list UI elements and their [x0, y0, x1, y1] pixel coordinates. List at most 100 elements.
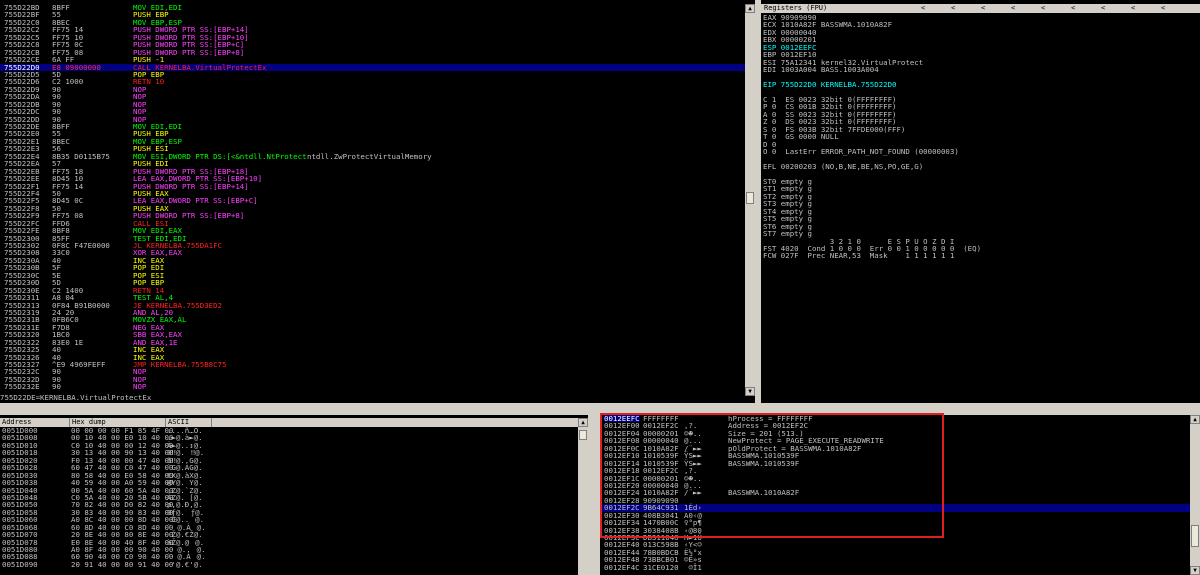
horizontal-splitter[interactable]: [0, 403, 1200, 415]
disassembly-rows: 755D22BD 8BFF MOV EDI,EDI 755D22BF 55 PUSH EB…: [0, 4, 745, 391]
register-line: EIP 755D22D0 KERNELBA.755D22D0: [763, 80, 897, 90]
disasm-row[interactable]: 755D230E C2 1400 RETN 14: [0, 286, 745, 294]
dump-header-hex[interactable]: Hex dump: [70, 418, 166, 427]
disasm-row[interactable]: 755D22F4 50 PUSH EAX: [0, 189, 745, 197]
disasm-row[interactable]: 755D230D 5D POP EBP: [0, 279, 745, 287]
chevron-left-icon[interactable]: <: [1071, 4, 1075, 13]
chevron-left-icon[interactable]: <: [1101, 4, 1105, 13]
dump-address: 0051D090: [2, 559, 38, 569]
disasm-row[interactable]: 755D22C2 FF75 14 PUSH DWORD PTR SS:[EBP+14…: [0, 26, 745, 34]
disasm-row[interactable]: 755D22F8 50 PUSH EAX: [0, 204, 745, 212]
disasm-row[interactable]: 755D22DC 90 NOP: [0, 108, 745, 116]
scroll-thumb[interactable]: [1191, 525, 1199, 547]
disasm-row[interactable]: 755D22BF 55 PUSH EBP: [0, 11, 745, 19]
disasm-row[interactable]: 755D22C0 8BEC MOV EBP,ESP: [0, 18, 745, 26]
disasm-row[interactable]: 755D22BD 8BFF MOV EDI,EDI: [0, 4, 745, 11]
stack-comment: BASSWMA.1010A82F: [728, 488, 800, 498]
scroll-thumb[interactable]: [579, 430, 587, 440]
dump-hex: 20 91 40 00 80 91 40 00: [71, 559, 174, 569]
disasm-row[interactable]: 755D230B 5F POP EDI: [0, 264, 745, 272]
scroll-up-arrow-icon[interactable]: ▲: [1190, 415, 1200, 424]
register-line: EDI 1003A004 BASS.1003A004: [763, 65, 879, 75]
disasm-row[interactable]: 755D2322 83E0 1E AND EAX,1E: [0, 338, 745, 346]
disasm-row[interactable]: 755D22F5 8D45 0C LEA EAX,DWORD PTR SS:[EBP…: [0, 197, 745, 205]
disasm-row[interactable]: 755D230A 40 INC EAX: [0, 256, 745, 264]
register-line: O 0 LastErr ERROR_PATH_NOT_FOUND (000000…: [763, 147, 959, 157]
scroll-down-arrow-icon[interactable]: ▼: [1190, 566, 1200, 575]
stack-value: 31CE0120: [643, 562, 679, 572]
disasm-row[interactable]: 755D22EE 8D45 10 LEA EAX,DWORD PTR SS:[EBP…: [0, 175, 745, 183]
dump-row[interactable]: 0051D090 20 91 40 00 80 91 40 00 '@.€'@.: [0, 559, 578, 569]
disasm-row[interactable]: 755D232D 90 NOP: [0, 375, 745, 383]
disasm-row[interactable]: 755D22E4 8B35 D0115B75 MOV ESI,DWORD PTR D…: [0, 151, 745, 161]
disasm-row[interactable]: 755D22DB 90 NOP: [0, 100, 745, 108]
scroll-down-arrow-icon[interactable]: ▼: [745, 387, 755, 396]
disasm-row[interactable]: 755D22DD 90 NOP: [0, 115, 745, 123]
disasm-row[interactable]: 755D2327 ^E9 4969FEFF JMP KERNELBA.755B8C7…: [0, 360, 745, 369]
disasm-mnemonic: JMP KERNELBA.755B8C75: [133, 360, 227, 369]
scroll-thumb[interactable]: [746, 192, 754, 204]
register-line: EFL 00200203 (NO,B,NE,BE,NS,PO,GE,G): [763, 162, 924, 171]
disasm-row[interactable]: 755D22DA 90 NOP: [0, 93, 745, 101]
chevron-left-icon[interactable]: <: [1041, 4, 1045, 13]
disasm-row[interactable]: 755D2326 40 INC EAX: [0, 353, 745, 361]
stack-rows: 0012EEFC FFFFFFFF hProcess = FFFFFFFF 0012E…: [600, 415, 1190, 571]
chevron-left-icon[interactable]: <: [1011, 4, 1015, 13]
disasm-row[interactable]: 755D2311 A8 04 TEST AL,4: [0, 294, 745, 302]
disasm-row[interactable]: 755D22E1 8BEC MOV EBP,ESP: [0, 137, 745, 145]
registers-title: Registers (FPU): [764, 4, 828, 12]
stack-pane[interactable]: 0012EEFC FFFFFFFF hProcess = FFFFFFFF 0012E…: [600, 415, 1190, 575]
scroll-up-arrow-icon[interactable]: ▲: [578, 418, 588, 427]
disasm-row[interactable]: 755D22D5 5D POP EBP: [0, 70, 745, 78]
dump-pane[interactable]: 0051D000 00 00 00 00 F1 85 4F 00 ....ñ…O. 0…: [0, 427, 578, 575]
disasm-row[interactable]: 755D22EB FF75 18 PUSH DWORD PTR SS:[EBP+18…: [0, 167, 745, 175]
disasm-row[interactable]: 755D2300 85FF TEST EDI,EDI: [0, 234, 745, 242]
disasm-row[interactable]: 755D2319 24 20 AND AL,20: [0, 308, 745, 316]
disasm-row[interactable]: 755D22C8 FF75 0C PUSH DWORD PTR SS:[EBP+C]: [0, 41, 745, 49]
disasm-row[interactable]: 755D22EA 57 PUSH EDI: [0, 160, 745, 168]
bottom-splitter[interactable]: [588, 415, 600, 575]
stack-ascii: ☺Î1: [684, 562, 702, 572]
chevron-left-icon[interactable]: <: [921, 4, 925, 13]
chevron-left-icon[interactable]: <: [1131, 4, 1135, 13]
stack-row[interactable]: 0012EF4C 31CE0120 ☺Î1: [600, 562, 1190, 572]
stack-comment: BASSWMA.1010539F: [728, 458, 800, 468]
chevron-left-icon[interactable]: <: [1161, 4, 1165, 13]
stack-scrollbar[interactable]: ▲ ▼: [1190, 415, 1200, 575]
dump-rows: 0051D000 00 00 00 00 F1 85 4F 00 ....ñ…O. 0…: [0, 427, 578, 568]
disasm-row[interactable]: 755D22D6 C2 1000 RETN 10: [0, 78, 745, 86]
disasm-row[interactable]: 755D231B 0FB6C0 MOVZX EAX,AL: [0, 316, 745, 324]
disasm-row[interactable]: 755D22D9 90 NOP: [0, 85, 745, 93]
scroll-up-arrow-icon[interactable]: ▲: [745, 4, 755, 13]
disasm-address: 755D232E: [4, 382, 40, 392]
disasm-row[interactable]: 755D2302 0F8C F47E0000 JL KERNELBA.755DA1F…: [0, 242, 745, 250]
disasm-row[interactable]: 755D2308 33C0 XOR EAX,EAX: [0, 249, 745, 257]
disasm-row[interactable]: 755D2313 0F84 B91B0000 JE KERNELBA.755D3ED…: [0, 301, 745, 309]
dump-header-ascii[interactable]: ASCII: [166, 418, 212, 427]
disasm-row[interactable]: 755D22F1 FF75 14 PUSH DWORD PTR SS:[EBP+14…: [0, 182, 745, 190]
chevron-left-icon[interactable]: <: [951, 4, 955, 13]
disasm-comment: ntdll.ZwProtectVirtualMemory: [307, 151, 432, 161]
disasm-row[interactable]: 755D2325 40 INC EAX: [0, 346, 745, 354]
disasm-row[interactable]: 755D232C 90 NOP: [0, 368, 745, 376]
dump-scrollbar[interactable]: ▲: [578, 418, 588, 575]
disasm-row[interactable]: 755D230C 5E POP ESI: [0, 271, 745, 279]
disassembly-pane[interactable]: 755D22BD 8BFF MOV EDI,EDI 755D22BF 55 PUSH EB…: [0, 4, 745, 392]
registers-pane[interactable]: EAX 90909090 ECX 1010A82F BASSWMA.1010A82…: [761, 13, 1200, 403]
disasm-row[interactable]: 755D22CE 6A FF PUSH -1: [0, 56, 745, 64]
disasm-row[interactable]: 755D22C5 FF75 10 PUSH DWORD PTR SS:[EBP+10…: [0, 33, 745, 41]
disasm-row[interactable]: 755D231E F7D8 NEG EAX: [0, 323, 745, 331]
dump-header-address[interactable]: Address: [0, 418, 70, 427]
disasm-row[interactable]: 755D232E 90 NOP: [0, 382, 745, 392]
disasm-row[interactable]: 755D22FC FFD6 CALL ESI: [0, 219, 745, 227]
disasm-row[interactable]: 755D22F9 FF75 08 PUSH DWORD PTR SS:[EBP+8]: [0, 212, 745, 220]
disasm-row[interactable]: 755D22FE 8BF8 MOV EDI,EAX: [0, 227, 745, 235]
disasm-row[interactable]: 755D22DE 8BFF MOV EDI,EDI: [0, 123, 745, 131]
disasm-row[interactable]: 755D2320 1BC0 SBB EAX,EAX: [0, 331, 745, 339]
dump-ascii: '@.€'@.: [167, 559, 203, 569]
chevron-left-icon[interactable]: <: [981, 4, 985, 13]
disassembly-scrollbar[interactable]: ▲ ▼: [745, 4, 755, 396]
disasm-row[interactable]: 755D22D0 E8 09000000 CALL KERNELBA.Virtual…: [0, 63, 745, 71]
disasm-row[interactable]: 755D22CB FF75 08 PUSH DWORD PTR SS:[EBP+8]: [0, 48, 745, 56]
disasm-row[interactable]: 755D22E0 55 PUSH EBP: [0, 130, 745, 138]
